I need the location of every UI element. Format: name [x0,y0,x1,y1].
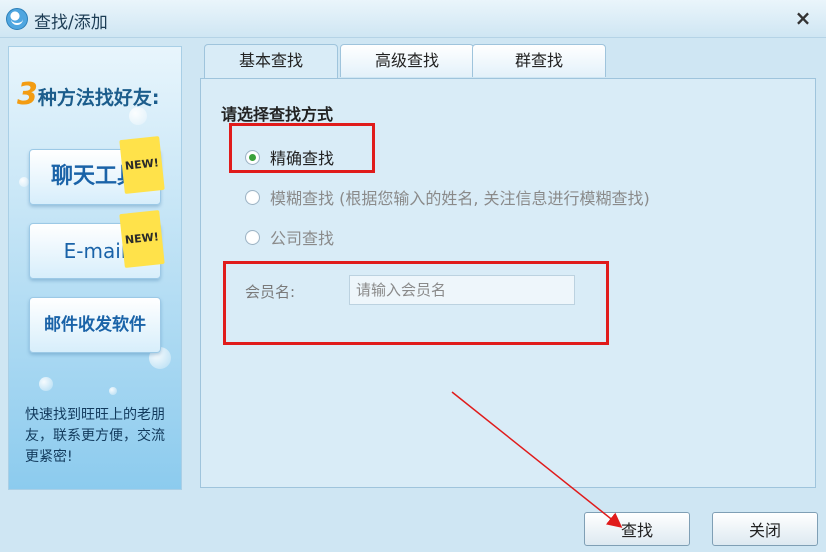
bubble-icon [109,387,117,395]
radio-button-icon[interactable] [245,229,260,245]
window-title: 查找/添加 [34,13,108,33]
app-logo-icon [6,8,28,30]
radio-label: 公司查找 [270,229,335,248]
tab-basic-search[interactable]: 基本查找 [204,44,338,79]
radio-button-icon[interactable] [245,149,260,165]
promo-banner: 3种方法找好友: 聊天工具 NEW! E-mail NEW! 邮件收发软件 快速… [8,46,182,490]
title-bar: 查找/添加 × [0,0,826,38]
close-button[interactable]: 关闭 [712,512,818,546]
member-name-input[interactable] [349,275,575,305]
promo-tile-label: 邮件收发软件 [44,315,146,335]
promo-tile-label: E-mail [63,239,127,263]
promo-tile-chat-tools[interactable]: 聊天工具 NEW! [29,136,165,205]
search-button[interactable]: 查找 [584,512,690,546]
radio-fuzzy-search[interactable]: 模糊查找 (根据您输入的姓名, 关注信息进行模糊查找) [245,185,650,209]
promo-headline-number: 3 [17,77,38,112]
promo-headline: 3种方法找好友: [17,77,159,112]
radio-button-icon[interactable] [245,189,260,205]
close-icon[interactable]: × [790,4,816,32]
search-method-title: 请选择查找方式 [221,105,334,124]
radio-company-search[interactable]: 公司查找 [245,225,334,249]
member-name-label: 会员名: [245,283,296,301]
promo-tile-email[interactable]: E-mail NEW! [29,210,165,279]
new-badge: NEW! [119,136,165,194]
promo-headline-text: 种方法找好友: [37,87,160,109]
promo-footer-text: 快速找到旺旺上的老朋友，联系更方便，交流更紧密! [25,407,165,465]
radio-label: 模糊查找 (根据您输入的姓名, 关注信息进行模糊查找) [270,189,650,208]
radio-label: 精确查找 [270,149,335,168]
basic-search-panel: 请选择查找方式 精确查找 模糊查找 (根据您输入的姓名, 关注信息进行模糊查找)… [200,78,816,488]
bubble-icon [39,377,53,391]
promo-tile-mail-client[interactable]: 邮件收发软件 [29,297,161,353]
radio-exact-search[interactable]: 精确查找 [245,145,334,169]
bubble-icon [19,177,29,187]
tab-advanced-search[interactable]: 高级查找 [340,44,474,77]
new-badge: NEW! [119,210,165,268]
tab-group-search[interactable]: 群查找 [472,44,606,77]
